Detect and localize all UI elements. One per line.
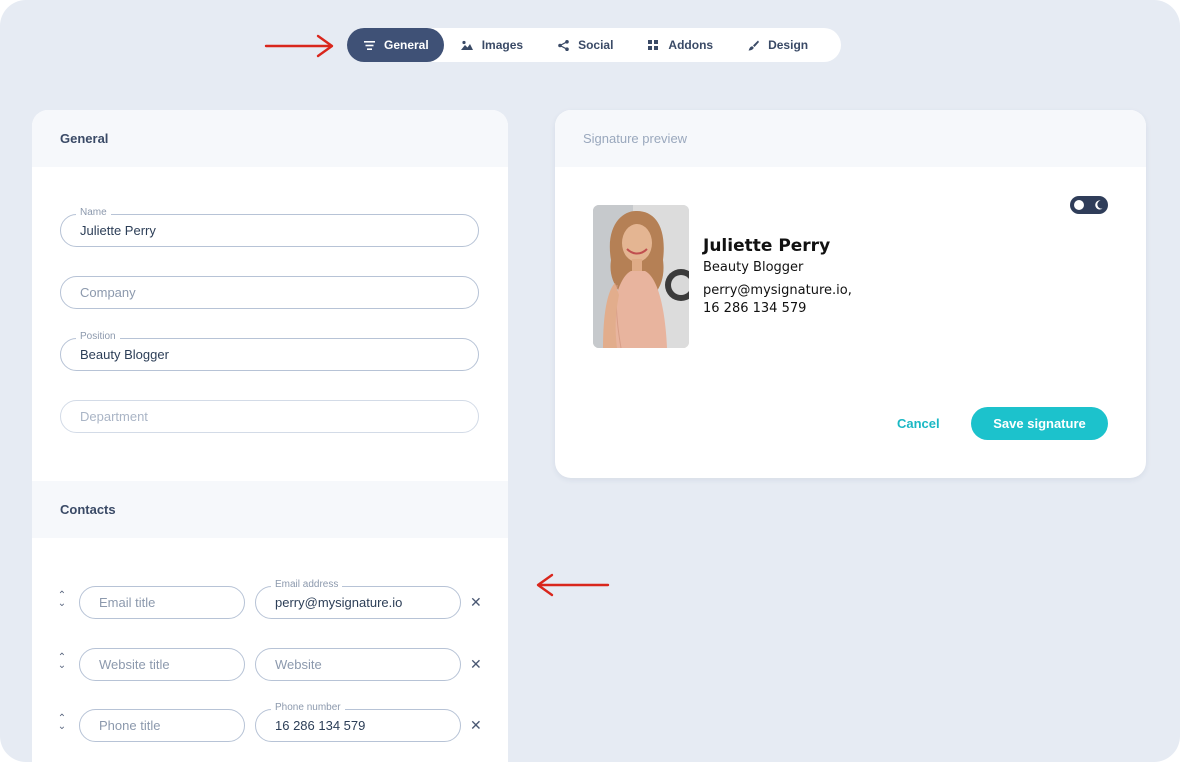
preview-title: Signature preview	[555, 110, 1146, 167]
drag-handle-icon[interactable]: ⌃ ⌄	[57, 591, 67, 610]
phone-title-field[interactable]: Phone title	[79, 709, 245, 742]
signature-name: Juliette Perry	[703, 236, 831, 256]
profile-photo	[593, 205, 689, 348]
tab-social[interactable]: Social	[540, 28, 630, 62]
drag-handle-icon[interactable]: ⌃ ⌄	[57, 714, 67, 733]
website-placeholder: Website	[275, 657, 322, 672]
name-field[interactable]: Name Juliette Perry	[60, 207, 479, 247]
department-field[interactable]: Department	[60, 400, 479, 433]
company-field[interactable]: Company	[60, 276, 479, 309]
grid-icon	[647, 39, 659, 51]
tab-images[interactable]: Images	[444, 28, 540, 62]
email-address-value: perry@mysignature.io	[275, 595, 403, 610]
remove-website-icon[interactable]: ✕	[470, 656, 482, 673]
tab-general-label: General	[384, 38, 429, 52]
image-icon	[460, 39, 473, 51]
brush-icon	[747, 39, 759, 51]
phone-title-placeholder: Phone title	[99, 718, 161, 733]
signature-position: Beauty Blogger	[703, 260, 804, 275]
toggle-knob	[1074, 200, 1084, 210]
email-address-field[interactable]: Email address perry@mysignature.io	[255, 579, 461, 619]
email-title-placeholder: Email title	[99, 595, 156, 610]
save-signature-button[interactable]: Save signature	[971, 407, 1108, 440]
position-field-label: Position	[76, 331, 120, 343]
drag-handle-icon[interactable]: ⌃ ⌄	[57, 653, 67, 672]
tab-addons[interactable]: Addons	[630, 28, 730, 62]
share-icon	[557, 39, 569, 51]
signature-preview-panel: Signature preview Juliette Perry Beauty …	[555, 110, 1146, 478]
website-title-placeholder: Website title	[99, 657, 170, 672]
editor-panel: General Name Juliette Perry Company Posi…	[32, 110, 508, 762]
name-field-value: Juliette Perry	[80, 223, 156, 238]
cancel-button[interactable]: Cancel	[897, 416, 940, 431]
phone-number-value: 16 286 134 579	[275, 718, 366, 733]
tab-addons-label: Addons	[668, 38, 714, 52]
moon-icon	[1095, 200, 1103, 210]
dark-mode-toggle[interactable]	[1070, 196, 1108, 214]
email-address-label: Email address	[271, 579, 343, 591]
tab-design-label: Design	[768, 38, 809, 52]
position-field[interactable]: Position Beauty Blogger	[60, 331, 479, 371]
tab-social-label: Social	[578, 38, 614, 52]
website-title-field[interactable]: Website title	[79, 648, 245, 681]
remove-email-icon[interactable]: ✕	[470, 594, 482, 611]
website-field[interactable]: Website	[255, 648, 461, 681]
email-title-field[interactable]: Email title	[79, 586, 245, 619]
app-frame: General Images Social Addons Design Gene…	[0, 0, 1180, 762]
signature-phone: 16 286 134 579	[703, 301, 807, 316]
phone-number-field[interactable]: Phone number 16 286 134 579	[255, 702, 461, 742]
remove-phone-icon[interactable]: ✕	[470, 717, 482, 734]
arrow-left-annotation	[536, 573, 610, 597]
name-field-label: Name	[76, 207, 111, 219]
lines-icon	[363, 39, 375, 51]
tab-bar: General Images Social Addons Design	[347, 28, 841, 62]
tab-general[interactable]: General	[347, 28, 444, 62]
tab-images-label: Images	[481, 38, 524, 52]
company-field-placeholder: Company	[80, 285, 136, 300]
department-field-placeholder: Department	[80, 409, 148, 424]
tab-design[interactable]: Design	[730, 28, 825, 62]
contacts-section-title: Contacts	[32, 481, 508, 538]
arrow-right-annotation	[264, 34, 334, 58]
phone-number-label: Phone number	[271, 702, 345, 714]
signature-email: perry@mysignature.io,	[703, 283, 852, 298]
position-field-value: Beauty Blogger	[80, 347, 169, 362]
general-section-title: General	[32, 110, 508, 167]
